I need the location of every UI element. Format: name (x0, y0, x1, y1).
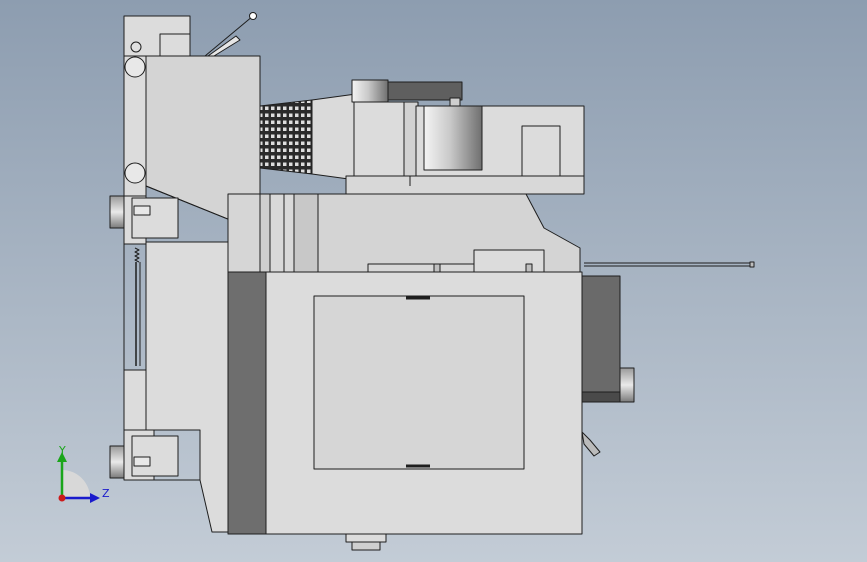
triad-origin-arc (62, 470, 90, 498)
bellows-grille (259, 93, 357, 181)
spring-rod (134, 247, 141, 366)
main-cabinet (227, 271, 583, 535)
bottom-foot (345, 533, 516, 551)
vertical-plates (227, 193, 319, 273)
head-housing (345, 79, 585, 195)
cad-viewport[interactable]: Y Z (0, 0, 867, 562)
probe-rod (584, 261, 755, 268)
right-bracket (317, 193, 581, 273)
triad-origin-dot (58, 494, 66, 502)
machine-side-view[interactable]: Y Z (0, 0, 867, 562)
right-gearbox (581, 275, 635, 457)
triad-y-label: Y (58, 444, 66, 457)
axis-triad: Y Z (57, 444, 110, 503)
triad-z-label: Z (102, 487, 110, 500)
triad-z-arrowhead (90, 493, 100, 503)
